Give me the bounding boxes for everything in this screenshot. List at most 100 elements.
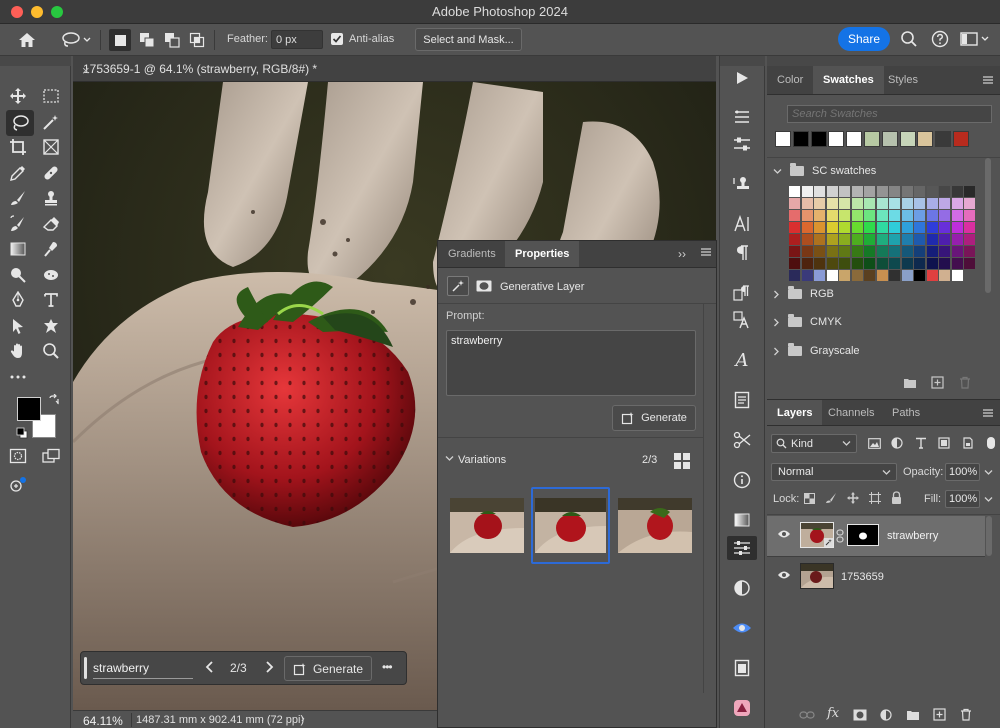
palette-swatch[interactable]: [789, 258, 800, 269]
recent-swatch[interactable]: [881, 131, 898, 147]
palette-swatch[interactable]: [801, 270, 813, 281]
layer-row-strawberry[interactable]: strawberry: [767, 516, 985, 556]
search-icon[interactable]: [900, 30, 918, 48]
lock-all-icon[interactable]: [891, 491, 902, 504]
palette-swatch[interactable]: [789, 186, 800, 197]
filter-shape-icon[interactable]: [938, 437, 950, 449]
hand-tool-icon[interactable]: [7, 340, 29, 362]
palette-swatch[interactable]: [826, 258, 838, 269]
custom-shape-icon[interactable]: [40, 315, 62, 337]
palette-swatch[interactable]: [889, 210, 900, 221]
palette-swatch[interactable]: [864, 186, 875, 197]
close-document-icon[interactable]: ×: [82, 63, 90, 78]
palette-swatch[interactable]: [901, 198, 913, 209]
palette-swatch[interactable]: [814, 186, 825, 197]
search-swatches-input[interactable]: [787, 105, 992, 123]
palette-swatch[interactable]: [926, 198, 938, 209]
swatches-panel-menu-icon[interactable]: [982, 74, 994, 86]
workspace-switcher-icon[interactable]: [960, 31, 990, 47]
palette-swatch[interactable]: [864, 270, 875, 281]
tab-gradients[interactable]: Gradients: [438, 241, 506, 267]
pen-tool-icon[interactable]: [7, 289, 29, 311]
palette-swatch[interactable]: [839, 246, 850, 257]
palette-swatch[interactable]: [876, 222, 888, 233]
palette-swatch[interactable]: [901, 222, 913, 233]
palette-swatch[interactable]: [876, 258, 888, 269]
anti-alias-checkbox[interactable]: [331, 33, 343, 45]
palette-swatch[interactable]: [914, 270, 925, 281]
palette-swatch[interactable]: [851, 198, 863, 209]
context-prompt-input[interactable]: strawberry: [93, 657, 193, 679]
palette-swatch[interactable]: [951, 210, 963, 221]
palette-swatch[interactable]: [814, 234, 825, 245]
swatch-group-grayscale[interactable]: Grayscale: [773, 341, 860, 361]
palette-swatch[interactable]: [939, 210, 950, 221]
adjustments-icon[interactable]: [727, 576, 757, 600]
blend-mode-select[interactable]: Normal: [771, 463, 897, 481]
palette-swatch[interactable]: [789, 198, 800, 209]
select-and-mask-button[interactable]: Select and Mask...: [415, 28, 522, 51]
help-icon[interactable]: [931, 30, 949, 48]
grid-view-icon[interactable]: [674, 453, 690, 469]
palette-swatch[interactable]: [926, 210, 938, 221]
swatches-scrollbar[interactable]: [985, 158, 991, 293]
glyphs-icon[interactable]: A: [727, 348, 757, 372]
screen-mode-icon[interactable]: [40, 445, 62, 467]
palette-swatch[interactable]: [839, 198, 850, 209]
document-tab[interactable]: 1753659-1 @ 64.1% (strawberry, RGB/8#) *: [73, 56, 716, 82]
history-brush-icon[interactable]: [7, 213, 29, 235]
palette-swatch[interactable]: [876, 210, 888, 221]
next-variation-icon[interactable]: [264, 660, 274, 674]
filter-smart-object-icon[interactable]: [962, 437, 974, 449]
feather-input[interactable]: 0 px: [271, 30, 323, 49]
dodge-tool-icon[interactable]: [7, 264, 29, 286]
palette-swatch[interactable]: [926, 186, 938, 197]
palette-swatch[interactable]: [964, 186, 975, 197]
palette-swatch[interactable]: [789, 210, 800, 221]
opacity-input[interactable]: 100%: [945, 463, 980, 481]
swatch-group-cmyk[interactable]: CMYK: [773, 312, 842, 332]
recent-swatch[interactable]: [899, 131, 916, 147]
zoom-level[interactable]: 64.11%: [83, 714, 123, 728]
palette-swatch[interactable]: [951, 234, 963, 245]
character-panel-icon[interactable]: [727, 212, 757, 236]
layer-mask-thumbnail[interactable]: [847, 524, 879, 546]
share-button[interactable]: Share: [838, 27, 890, 51]
palette-swatch[interactable]: [951, 198, 963, 209]
lasso-tool-preset-picker[interactable]: [56, 29, 96, 51]
palette-swatch[interactable]: [801, 186, 813, 197]
tab-layers[interactable]: Layers: [767, 400, 823, 425]
info-icon[interactable]: [727, 468, 757, 492]
move-tool-icon[interactable]: [7, 85, 29, 107]
swap-colors-icon[interactable]: [48, 394, 60, 406]
palette-swatch[interactable]: [914, 258, 925, 269]
palette-swatch[interactable]: [839, 258, 850, 269]
palette-swatch[interactable]: [951, 186, 963, 197]
palette-swatch[interactable]: [914, 234, 925, 245]
layer-name[interactable]: 1753659: [841, 571, 884, 583]
palette-swatch[interactable]: [901, 258, 913, 269]
palette-swatch[interactable]: [876, 246, 888, 257]
palette-swatch[interactable]: [839, 270, 850, 281]
add-to-selection-icon[interactable]: [136, 29, 158, 51]
palette-swatch[interactable]: [876, 198, 888, 209]
foreground-color-swatch[interactable]: [17, 397, 41, 421]
palette-swatch[interactable]: [839, 186, 850, 197]
filter-type-icon[interactable]: [915, 437, 927, 449]
palette-swatch[interactable]: [826, 270, 838, 281]
palette-swatch[interactable]: [851, 222, 863, 233]
palette-swatch[interactable]: [914, 246, 925, 257]
panel-menu-icon[interactable]: [700, 246, 712, 258]
layer-mask-icon[interactable]: [474, 276, 494, 296]
recent-swatch[interactable]: [953, 131, 969, 147]
previous-variation-icon[interactable]: [205, 660, 215, 674]
palette-swatch[interactable]: [851, 234, 863, 245]
palette-swatch[interactable]: [826, 222, 838, 233]
palette-swatch[interactable]: [864, 234, 875, 245]
filter-toggle[interactable]: [987, 437, 995, 449]
character-styles-icon[interactable]: [727, 308, 757, 332]
palette-swatch[interactable]: [889, 246, 900, 257]
swatch-group-sc[interactable]: SC swatches: [773, 161, 876, 181]
palette-swatch[interactable]: [864, 210, 875, 221]
palette-swatch[interactable]: [814, 222, 825, 233]
